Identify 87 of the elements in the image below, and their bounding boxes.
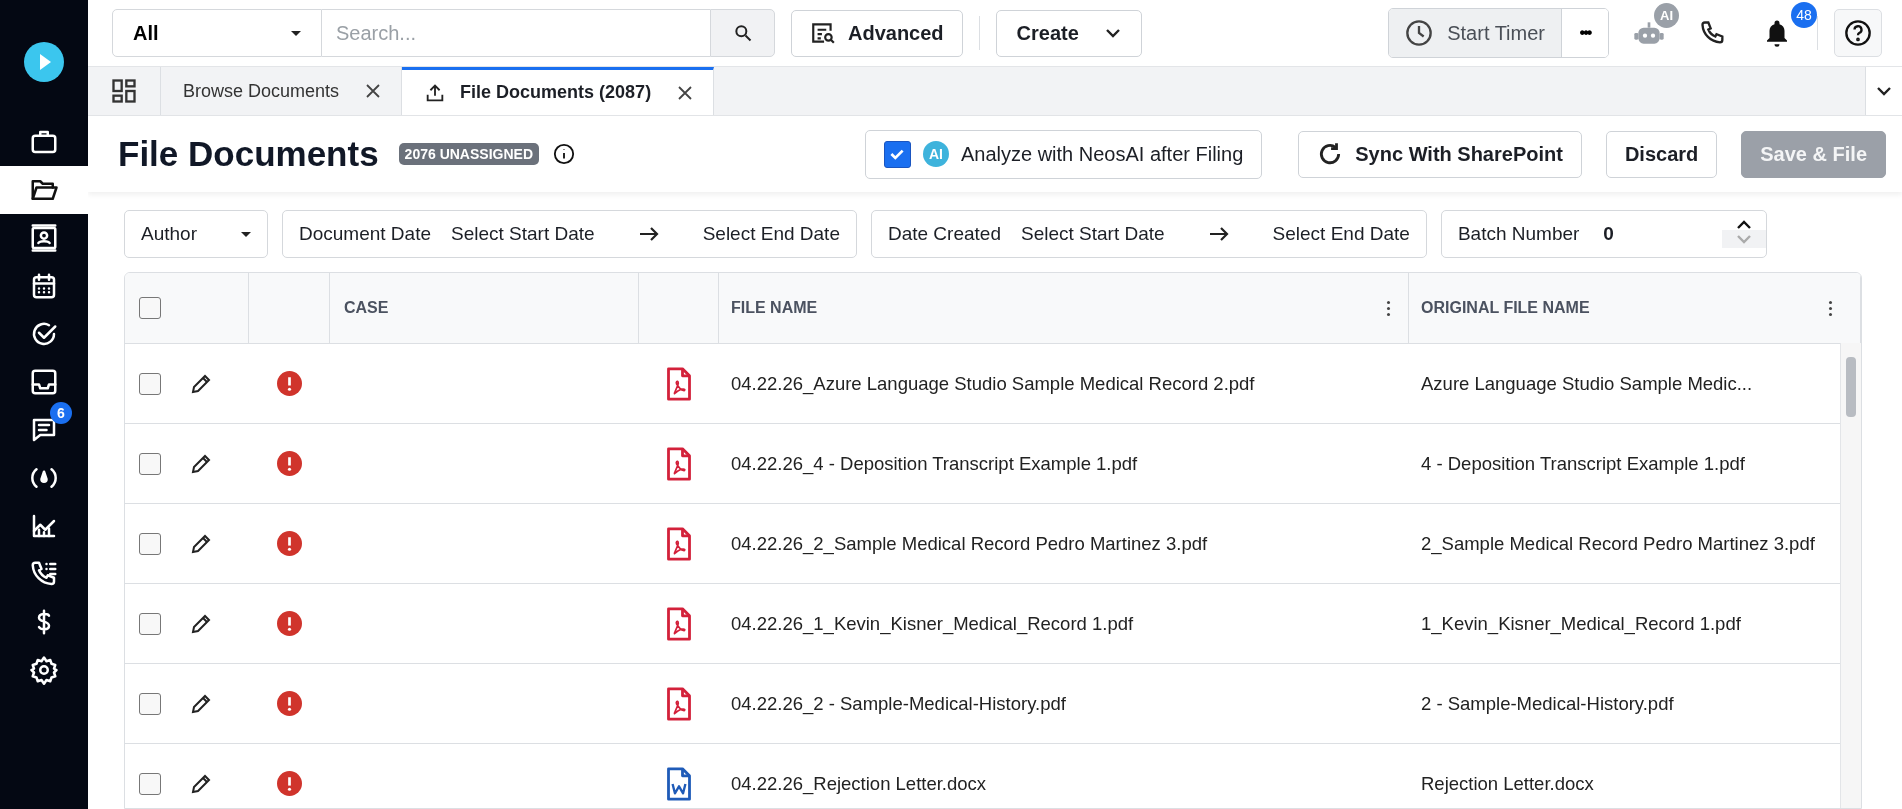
pdf-file-icon	[665, 525, 693, 562]
unassigned-badge: 2076 UNASSIGNED	[398, 143, 539, 165]
close-icon[interactable]	[677, 84, 694, 101]
analyze-option[interactable]: AI Analyze with NeosAI after Filing	[864, 129, 1263, 179]
tab-label: Browse Documents	[183, 80, 340, 102]
advanced-button[interactable]: Advanced	[791, 9, 963, 57]
row-checkbox[interactable]	[139, 452, 161, 475]
scrollbar[interactable]	[1840, 343, 1861, 808]
word-file-icon	[665, 765, 693, 802]
ai-icon: AI	[922, 141, 949, 167]
end-date[interactable]: Select End Date	[702, 223, 840, 245]
start-date[interactable]: Select Start Date	[1020, 223, 1165, 245]
error-icon	[277, 371, 302, 396]
table-cell: 04.22.26_Azure Language Studio Sample Medical Record 2.pdf	[731, 372, 1255, 395]
field-value: 0	[1603, 223, 1614, 245]
chevron-down-icon	[1876, 86, 1892, 96]
info-icon[interactable]	[553, 143, 575, 165]
table-cell: 04.22.26_Rejection Letter.docx	[731, 772, 987, 795]
page-title: File Documents	[118, 134, 379, 174]
search-button[interactable]	[710, 9, 775, 57]
field-label: Date Created	[887, 223, 1001, 245]
pdf-file-icon	[665, 605, 693, 642]
table-cell: 04.22.26_2_Sample Medical Record Pedro Martinez 3.pdf	[731, 532, 1208, 555]
chevron-down-icon	[1104, 28, 1121, 38]
error-icon	[277, 451, 302, 476]
pdf-file-icon	[665, 685, 693, 722]
sync-button[interactable]: Sync With SharePoint	[1298, 130, 1582, 178]
field-label: Batch Number	[1457, 223, 1580, 245]
row-checkbox[interactable]	[139, 692, 161, 715]
error-icon	[277, 611, 302, 636]
table-cell: 04.22.26_4 - Deposition Transcript Example 1.pdf	[731, 452, 1138, 475]
gear-icon	[29, 655, 59, 685]
contact-icon	[29, 223, 59, 253]
author-dropdown[interactable]: Author	[124, 210, 268, 258]
help-icon	[1844, 19, 1872, 47]
close-icon[interactable]	[365, 83, 382, 99]
table-cell: Azure Language Studio Sample Medic...	[1421, 372, 1753, 395]
discard-button[interactable]: Discard	[1605, 130, 1718, 178]
date-range-field[interactable]: Date Created Select Start Date Select End Date	[870, 210, 1427, 258]
row-checkbox[interactable]	[139, 772, 161, 795]
column-header: CASE	[344, 299, 389, 317]
caret-icon	[291, 30, 301, 36]
analyze-label: Analyze with NeosAI after Filing	[960, 142, 1244, 166]
search-icon	[732, 23, 753, 43]
ai-badge: AI	[1654, 3, 1679, 28]
checkbox[interactable]	[883, 140, 911, 168]
start-timer-button[interactable]: Start Timer	[1389, 9, 1562, 57]
end-date[interactable]: Select End Date	[1272, 223, 1410, 245]
batch-number-field[interactable]: Batch Number 0	[1440, 210, 1767, 258]
error-icon	[277, 531, 302, 556]
table-cell: 2_Sample Medical Record Pedro Martinez 3.pdf	[1421, 532, 1815, 555]
table-cell: 1_Kevin_Kisner_Medical_Record 1.pdf	[1421, 612, 1741, 635]
column-header: ORIGINAL FILE NAME	[1421, 299, 1590, 317]
sidebar-item[interactable]	[0, 166, 88, 214]
date-range-field[interactable]: Document Date Select Start Date Select End Date	[282, 210, 857, 258]
tab-label: File Documents (2087)	[460, 82, 652, 103]
inbox-icon	[29, 367, 59, 397]
row-checkbox[interactable]	[139, 372, 161, 395]
select-all-checkbox[interactable]	[139, 297, 161, 319]
notification-badge: 48	[1791, 2, 1817, 28]
pdf-file-icon	[665, 365, 693, 402]
field-label: Document Date	[299, 223, 431, 245]
column-header: FILE NAME	[731, 299, 818, 317]
document-search-icon	[810, 20, 836, 46]
row-checkbox[interactable]	[139, 612, 161, 635]
clock-icon	[1405, 19, 1434, 47]
error-icon	[277, 691, 302, 716]
chevron-up-icon[interactable]	[1735, 220, 1752, 230]
table-cell: 2 - Sample-Medical-History.pdf	[1421, 692, 1674, 715]
dashboard-icon[interactable]	[110, 77, 138, 105]
table-cell: 04.22.26_2 - Sample-Medical-History.pdf	[731, 692, 1066, 715]
table-cell: 4 - Deposition Transcript Example 1.pdf	[1421, 452, 1745, 475]
help-button[interactable]	[1834, 9, 1882, 57]
search-field[interactable]: Search...	[322, 9, 710, 57]
table-cell: 04.22.26_1_Kevin_Kisner_Medical_Record 1.pdf	[731, 612, 1134, 635]
pdf-file-icon	[665, 445, 693, 482]
error-icon	[277, 771, 302, 796]
count-badge: 6	[50, 402, 72, 424]
tab-menu-button[interactable]	[1865, 67, 1902, 115]
document-tab[interactable]: File Documents (2087)	[402, 67, 715, 115]
table-cell: Rejection Letter.docx	[1421, 772, 1594, 795]
caret-icon	[241, 231, 251, 237]
scope-dropdown[interactable]: All	[112, 9, 322, 57]
play-logo-icon[interactable]	[24, 42, 64, 82]
row-checkbox[interactable]	[139, 532, 161, 555]
start-date[interactable]: Select Start Date	[451, 223, 595, 245]
create-button[interactable]: Create	[995, 9, 1142, 57]
